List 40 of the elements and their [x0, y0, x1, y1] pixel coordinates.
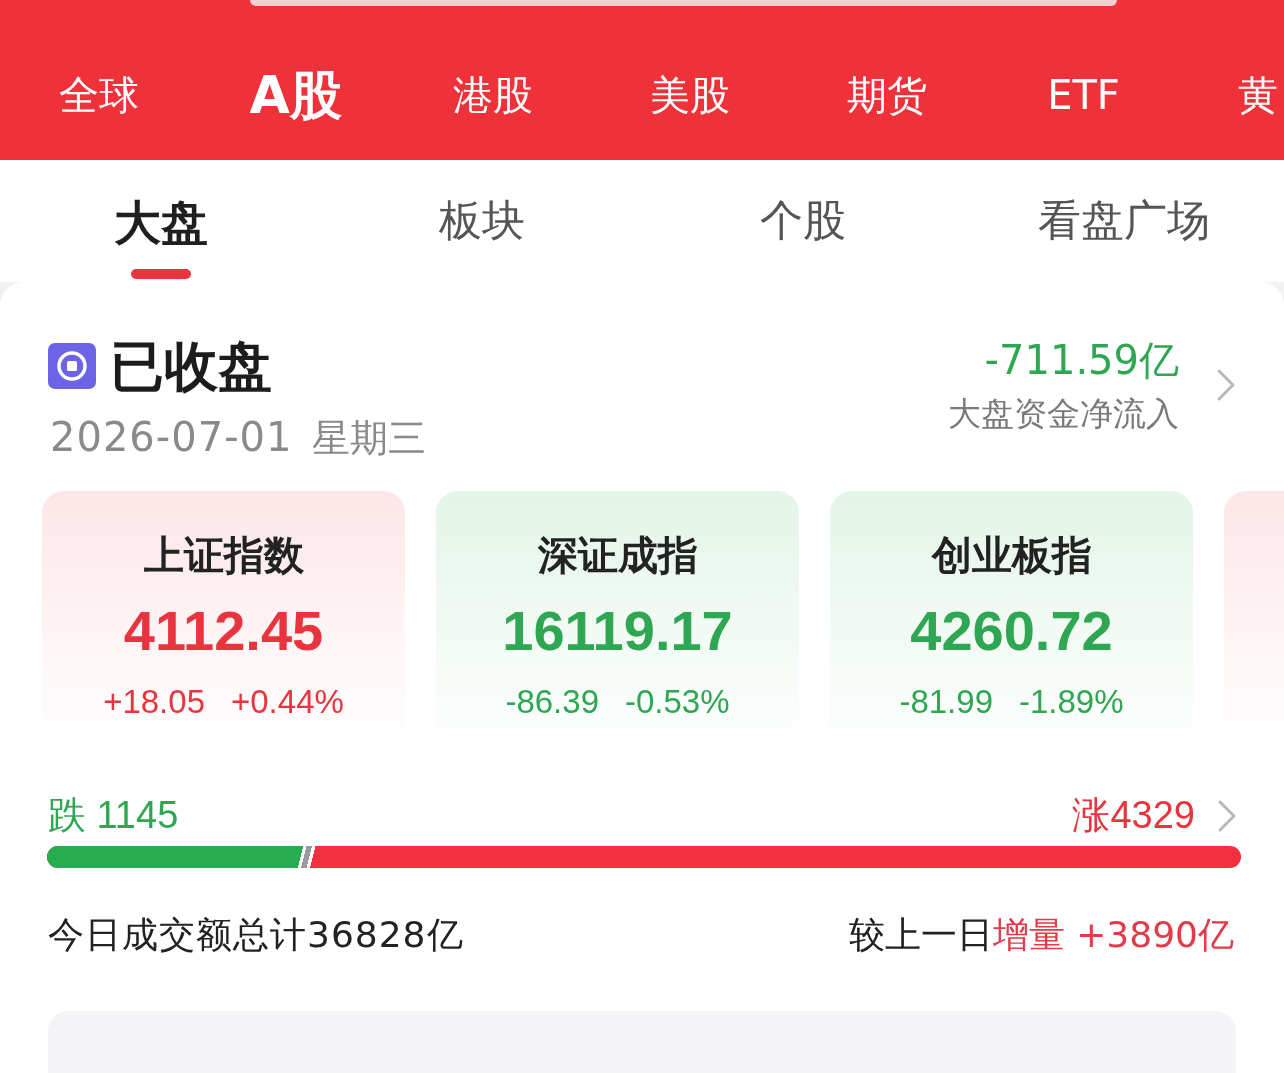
index-value: 4260.72: [910, 599, 1113, 664]
net-flow-label: 大盘资金净流入: [948, 394, 1179, 434]
chevron-right-icon: [1217, 799, 1237, 834]
index-change: +18.05: [103, 681, 205, 722]
index-percent: -1.89%: [1019, 681, 1124, 722]
index-percent: +0.44%: [231, 681, 344, 722]
status-label: 已收盘: [110, 335, 272, 398]
turnover-total: 今日成交额总计36828亿: [48, 912, 464, 957]
volume-change: 增量 +3890亿: [992, 912, 1234, 957]
market-tab[interactable]: 美股: [649, 71, 730, 119]
chevron-right-icon: [1216, 367, 1236, 402]
market-tab[interactable]: ETF: [1047, 71, 1120, 119]
stop-icon: [48, 343, 96, 390]
index-value: 16119.17: [502, 599, 733, 664]
weekday-text: 星期三: [312, 415, 427, 461]
market-tab[interactable]: 全球: [58, 71, 139, 119]
index-name: 创业板指: [931, 532, 1092, 580]
search-field[interactable]: [250, 0, 1117, 6]
view-tab[interactable]: 大盘: [113, 195, 208, 280]
view-tab[interactable]: 看盘广场: [1037, 195, 1210, 275]
index-name: 上证指数: [143, 532, 304, 580]
rising-link[interactable]: 涨4329: [1072, 792, 1237, 840]
index-name: 深证成指: [537, 532, 698, 580]
fund-flow-link[interactable]: -711.59亿 大盘资金净流入: [948, 334, 1236, 434]
date-text: 2026-07-01: [50, 412, 293, 461]
compare-label: 较上一日: [848, 912, 993, 957]
net-flow-value: -711.59亿: [984, 336, 1179, 384]
index-change: -86.39: [505, 681, 599, 722]
index-change: -81.99: [899, 681, 993, 722]
view-tab[interactable]: 个股: [759, 195, 846, 275]
index-percent: -0.53%: [625, 681, 730, 722]
market-tab[interactable]: 期货: [846, 71, 927, 119]
market-tab[interactable]: A股: [249, 63, 342, 127]
view-tab[interactable]: 板块: [438, 195, 525, 275]
rising-count: 涨4329: [1072, 793, 1195, 839]
market-tab[interactable]: 港股: [452, 71, 533, 119]
market-tab[interactable]: 黄: [1238, 71, 1278, 119]
index-value: 4112.45: [123, 599, 324, 664]
flat-slash-mark: [297, 845, 316, 868]
falling-count: 跌 1145: [48, 793, 179, 839]
